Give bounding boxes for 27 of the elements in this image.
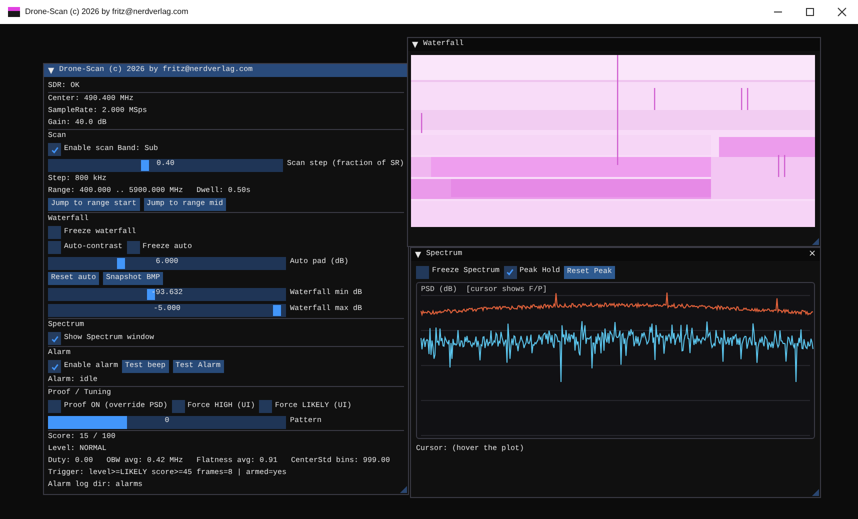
slider-thumb[interactable] xyxy=(273,304,282,316)
checkbox[interactable] xyxy=(259,400,272,413)
slider-thumb[interactable] xyxy=(141,160,150,170)
checkbox[interactable] xyxy=(48,400,61,413)
check-icon xyxy=(506,268,514,276)
check-icon xyxy=(50,146,58,154)
app-icon xyxy=(8,7,20,17)
checkbox[interactable] xyxy=(504,266,517,278)
window-title: Drone-Scan (c) 2026 by fritz@nerdverlag.com xyxy=(25,6,188,18)
resize-grip[interactable] xyxy=(812,489,819,496)
slider-thumb[interactable] xyxy=(117,258,125,268)
close-button[interactable]: × xyxy=(808,248,816,262)
resize-grip[interactable] xyxy=(812,238,819,245)
collapse-arrow[interactable]: ▼ xyxy=(48,64,54,76)
checkbox[interactable] xyxy=(126,241,140,254)
checkbox[interactable] xyxy=(48,143,61,156)
collapse-arrow[interactable]: ▼ xyxy=(412,38,418,50)
collapse-arrow[interactable]: ▼ xyxy=(415,248,422,260)
checkbox[interactable] xyxy=(48,241,61,254)
check-icon xyxy=(50,362,58,370)
checkbox[interactable] xyxy=(172,400,185,413)
checkbox[interactable] xyxy=(48,360,61,373)
checkbox[interactable] xyxy=(48,332,61,345)
resize-grip[interactable] xyxy=(400,486,407,493)
checkbox[interactable] xyxy=(48,226,61,239)
checkbox[interactable] xyxy=(416,266,429,278)
check-icon xyxy=(50,334,58,342)
